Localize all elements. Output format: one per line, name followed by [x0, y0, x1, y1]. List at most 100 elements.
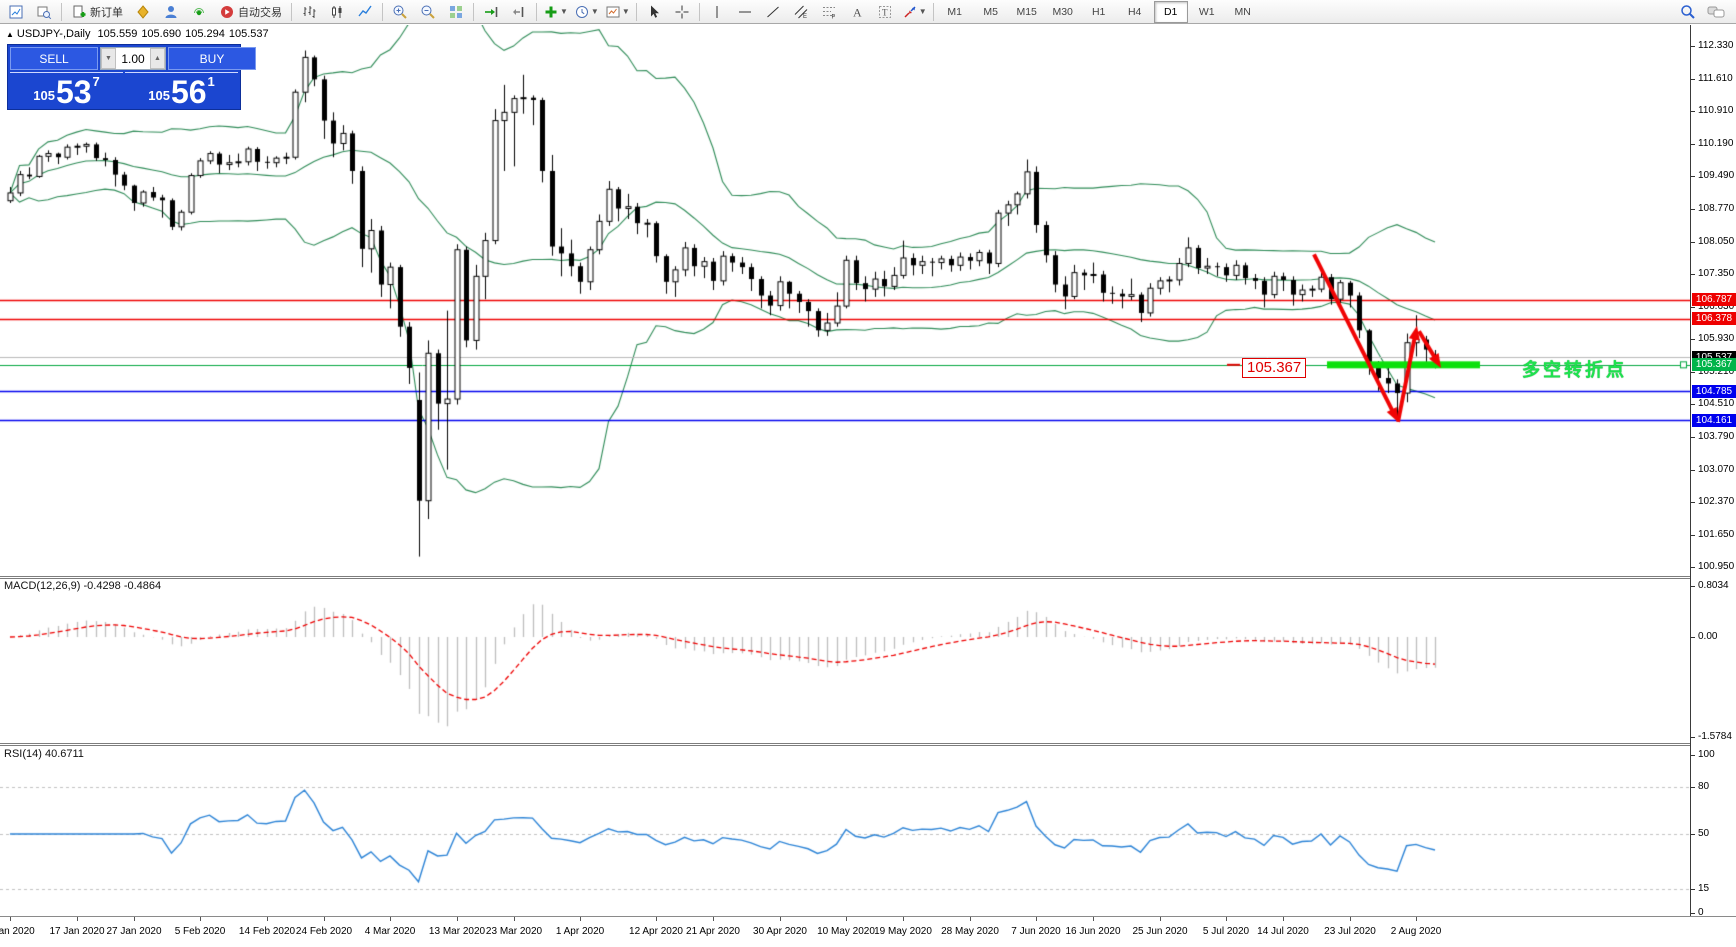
axis-tick	[1691, 755, 1695, 756]
axis-tick	[1691, 637, 1695, 638]
timeframe-h1[interactable]: H1	[1082, 1, 1116, 23]
price-axis[interactable]: 112.330 111.610 110.910 110.190 109.490 …	[1690, 25, 1736, 916]
sell-button[interactable]: SELL	[10, 47, 98, 70]
zoom-out-button[interactable]	[414, 0, 442, 24]
date-tick	[457, 917, 458, 921]
chat-button[interactable]	[1702, 0, 1730, 24]
rsi-tick-label: 80	[1698, 781, 1709, 792]
toolbar-separator	[382, 3, 383, 21]
label-tool[interactable]: T	[871, 0, 899, 24]
date-tick	[324, 917, 325, 921]
timeframe-m30[interactable]: M30	[1046, 1, 1080, 23]
horizontal-line-tool[interactable]	[731, 0, 759, 24]
volume-down-icon[interactable]: ▼	[101, 48, 116, 69]
volume-up-icon[interactable]: ▲	[150, 48, 165, 69]
cursor-tool-button[interactable]	[640, 0, 668, 24]
expert-advisors-button[interactable]	[129, 0, 157, 24]
date-label: 19 May 2020	[874, 926, 932, 937]
timeframe-h4[interactable]: H4	[1118, 1, 1152, 23]
price-tick-label: 104.510	[1698, 398, 1734, 409]
price-tick-label: 112.330	[1698, 40, 1733, 51]
axis-tick	[1691, 242, 1695, 243]
date-tick	[1093, 917, 1094, 921]
periods-button[interactable]: ▼	[571, 0, 602, 24]
sell-price[interactable]: 105537	[10, 72, 123, 107]
date-label: 27 Jan 2020	[106, 926, 161, 937]
timeframe-m15[interactable]: M15	[1010, 1, 1044, 23]
autotrading-button[interactable]: 自动交易	[213, 0, 288, 24]
date-tick	[10, 917, 11, 921]
autoscroll-button[interactable]	[477, 0, 505, 24]
new-chart-button[interactable]	[2, 0, 30, 24]
candlestick-chart-button[interactable]	[323, 0, 351, 24]
chart-shift-button[interactable]	[505, 0, 533, 24]
autotrading-label: 自动交易	[238, 4, 282, 20]
sell-price-sup: 7	[93, 74, 100, 89]
community-button[interactable]	[157, 0, 185, 24]
date-axis[interactable]: 8 Jan 2020 17 Jan 2020 27 Jan 2020 5 Feb…	[0, 916, 1736, 947]
date-label: 23 Mar 2020	[486, 926, 542, 937]
price-tick-label: 108.050	[1698, 236, 1734, 247]
price-tick-label: 103.790	[1698, 431, 1734, 442]
buy-price[interactable]: 105561	[125, 72, 238, 107]
volume-input[interactable]	[116, 48, 150, 69]
autotrading-icon	[219, 4, 235, 20]
axis-tick	[1691, 144, 1695, 145]
rsi-indicator-pane[interactable]	[0, 746, 1690, 916]
axis-tick	[1691, 46, 1695, 47]
signals-button[interactable]	[185, 0, 213, 24]
new-order-icon	[71, 4, 87, 20]
macd-label: MACD(12,26,9) -0.4298 -0.4864	[4, 580, 161, 592]
fibonacci-tool[interactable]: F	[815, 0, 843, 24]
price-line-label: 106.378	[1692, 312, 1736, 325]
trendline-tool[interactable]	[759, 0, 787, 24]
axis-tick	[1691, 437, 1695, 438]
buy-price-base: 105	[148, 88, 170, 103]
buy-price-sup: 1	[208, 74, 215, 89]
text-tool[interactable]: A	[843, 0, 871, 24]
date-tick	[970, 917, 971, 921]
axis-tick	[1691, 913, 1695, 914]
channel-tool[interactable]: E	[787, 0, 815, 24]
timeframe-d1[interactable]: D1	[1154, 1, 1188, 23]
symbol-name: USDJPY-,Daily	[17, 28, 91, 40]
chevron-down-icon: ▼	[560, 7, 568, 16]
buy-button[interactable]: BUY	[168, 47, 256, 70]
date-label: 10 May 2020	[817, 926, 875, 937]
support-price-tag[interactable]: 105.367	[1242, 358, 1306, 378]
date-tick	[1160, 917, 1161, 921]
date-label: 17 Jan 2020	[49, 926, 104, 937]
date-label: 30 Apr 2020	[753, 926, 807, 937]
templates-button[interactable]: ▼	[602, 0, 633, 24]
vertical-line-tool[interactable]	[703, 0, 731, 24]
line-chart-button[interactable]	[351, 0, 379, 24]
collapse-icon[interactable]: ▲	[6, 30, 14, 39]
timeframe-m5[interactable]: M5	[974, 1, 1008, 23]
date-label: 21 Apr 2020	[686, 926, 740, 937]
indicators-button[interactable]: ▼	[540, 0, 571, 24]
date-tick	[134, 917, 135, 921]
date-label: 2 Aug 2020	[1391, 926, 1442, 937]
search-button[interactable]	[1674, 0, 1702, 24]
main-price-chart[interactable]	[0, 25, 1690, 576]
rsi-tick-label: 15	[1698, 883, 1709, 894]
svg-text:T: T	[882, 7, 888, 17]
date-label: 5 Jul 2020	[1203, 926, 1249, 937]
timeframe-m1[interactable]: M1	[938, 1, 972, 23]
chart-profile-button[interactable]	[30, 0, 58, 24]
crosshair-tool-button[interactable]	[668, 0, 696, 24]
price-line-label: 104.785	[1692, 385, 1736, 398]
timeframe-mn[interactable]: MN	[1226, 1, 1260, 23]
arrows-tool[interactable]: ▼	[899, 0, 930, 24]
new-order-button[interactable]: 新订单	[65, 0, 129, 24]
turning-point-note[interactable]: 多空转折点	[1522, 356, 1627, 382]
axis-tick	[1691, 209, 1695, 210]
date-tick	[780, 917, 781, 921]
macd-indicator-pane[interactable]	[0, 578, 1690, 743]
zoom-in-button[interactable]	[386, 0, 414, 24]
bar-chart-button[interactable]	[295, 0, 323, 24]
price-tick-label: 107.350	[1698, 268, 1734, 279]
timeframe-w1[interactable]: W1	[1190, 1, 1224, 23]
tile-windows-button[interactable]	[442, 0, 470, 24]
price-tick-label: 110.190	[1698, 138, 1733, 149]
